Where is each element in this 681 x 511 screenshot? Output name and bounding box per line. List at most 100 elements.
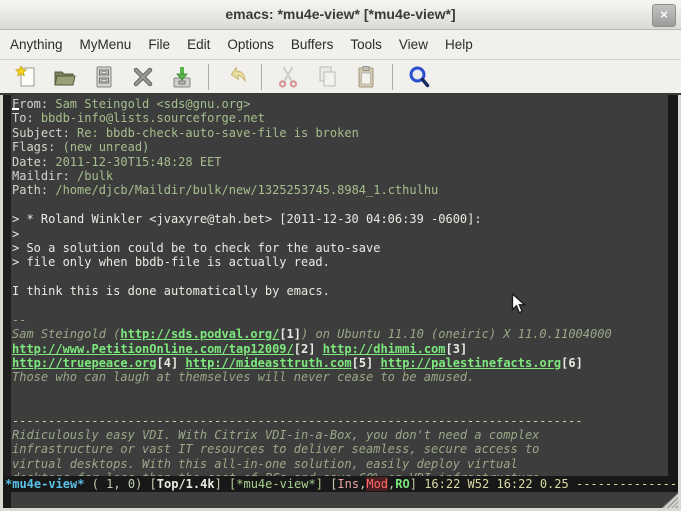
footnote-ref: [4] <box>157 356 179 370</box>
signature-link[interactable]: http://sds.podval.org/ <box>120 327 279 341</box>
signature-link[interactable]: http://truepeace.org <box>12 356 157 370</box>
signature-link[interactable]: http://www.PetitionOnline.com/tap12009/ <box>12 342 294 356</box>
mode-line: *mu4e-view* ( 1, 0) [Top/1.4k] [*mu4e-vi… <box>3 476 678 492</box>
header-label: To: <box>12 111 34 125</box>
modeline-flag-readonly: RO <box>395 477 409 491</box>
tool-bar <box>0 59 681 95</box>
modeline-buffer-ref: [*mu4e-view*] <box>229 477 323 491</box>
menu-bar: Anything MyMenu File Edit Options Buffer… <box>0 30 681 59</box>
menu-edit[interactable]: Edit <box>187 37 210 52</box>
header-label: Flags: <box>12 140 55 154</box>
blank-line <box>12 399 612 413</box>
cut-icon[interactable] <box>275 64 301 90</box>
footnote-ref: [2] <box>294 342 316 356</box>
signature-line: http://truepeace.org[4] http://mideasttr… <box>12 356 612 370</box>
blank-line <box>12 298 612 312</box>
modeline-scroll: Top/1.4k <box>157 477 215 491</box>
header-value: /bulk <box>77 169 113 183</box>
menu-file[interactable]: File <box>148 37 170 52</box>
message-text: From: Sam Steingold <sds@gnu.org> To: bb… <box>12 97 612 476</box>
footnote-ref: [3] <box>446 342 468 356</box>
modeline-dashes: ----------------------- <box>576 477 678 491</box>
menu-anything[interactable]: Anything <box>10 37 63 52</box>
quoted-line: > <box>12 227 612 241</box>
header-path: Path: /home/djcb/Maildir/bulk/new/132525… <box>12 183 612 197</box>
left-fringe <box>3 95 11 476</box>
header-label: Path: <box>12 183 48 197</box>
blank-line <box>12 385 612 399</box>
header-value: bbdb-info@lists.sourceforge.net <box>41 111 265 125</box>
header-label: Date: <box>12 155 48 169</box>
window-title: emacs: *mu4e-view* [*mu4e-view*] <box>0 6 681 22</box>
quoted-line: > So a solution could be to check for th… <box>12 241 612 255</box>
message-view: From: Sam Steingold <sds@gnu.org> To: bb… <box>3 95 678 476</box>
quoted-line: > * Roland Winkler <jvaxyre@tah.bet> [20… <box>12 212 612 226</box>
header-value: /home/djcb/Maildir/bulk/new/1325253745.8… <box>55 183 438 197</box>
delete-icon[interactable] <box>130 64 156 90</box>
reply-line: I think this is done automatically by em… <box>12 284 612 298</box>
modeline-scroll-close: ] <box>215 477 222 491</box>
toolbar-separator <box>261 64 262 90</box>
frame-body: From: Sam Steingold <sds@gnu.org> To: bb… <box>3 95 678 508</box>
signature-link[interactable]: http://palestinefacts.org <box>381 356 562 370</box>
quoted-line: > file only when bbdb-file is actually r… <box>12 255 612 269</box>
menu-mymenu[interactable]: MyMenu <box>80 37 132 52</box>
signature-link[interactable]: http://mideasttruth.com <box>185 356 351 370</box>
undo-icon[interactable] <box>222 64 248 90</box>
echo-fringe <box>3 492 11 508</box>
modeline-load: 0.25 <box>540 477 569 491</box>
paste-icon[interactable] <box>353 64 379 90</box>
signature-delimiter: -- <box>12 313 612 327</box>
header-label: Subject: <box>12 126 70 140</box>
header-date: Date: 2011-12-30T15:48:28 EET <box>12 155 612 169</box>
modeline-flag-mod: Mod <box>366 477 388 491</box>
vertical-scrollbar[interactable] <box>668 95 678 476</box>
menu-options[interactable]: Options <box>227 37 274 52</box>
search-icon[interactable] <box>406 64 432 90</box>
title-bar[interactable]: emacs: *mu4e-view* [*mu4e-view*] × <box>0 0 681 30</box>
ad-separator: ----------------------------------------… <box>12 414 612 428</box>
ad-line: virtual desktops. With this all-in-one s… <box>12 457 612 471</box>
menu-view[interactable]: View <box>399 37 428 52</box>
echo-area[interactable] <box>3 492 678 508</box>
modeline-week: W52 <box>468 477 490 491</box>
modeline-time2: 16:22 <box>496 477 532 491</box>
modeline-position: ( 1, 0) <box>92 477 143 491</box>
new-file-icon[interactable] <box>13 64 39 90</box>
signature-line: Sam Steingold (http://sds.podval.org/[1]… <box>12 327 612 341</box>
modeline-flag-ins: Ins <box>337 477 359 491</box>
modeline-flags-close: ] <box>410 477 417 491</box>
header-label: Maildir: <box>12 169 70 183</box>
header-value: Sam Steingold <sds@gnu.org> <box>55 97 250 111</box>
header-flags: Flags: (new unread) <box>12 140 612 154</box>
copy-icon[interactable] <box>314 64 340 90</box>
signature-quote: Those who can laugh at themselves will n… <box>12 370 612 384</box>
header-subject: Subject: Re: bbdb-check-auto-save-file i… <box>12 126 612 140</box>
signature-text: ) on Ubuntu 11.10 (oneiric) X 11.0.11004… <box>301 327 612 341</box>
modeline-scroll-open: [ <box>150 477 157 491</box>
ad-line: Ridiculously easy VDI. With Citrix VDI-i… <box>12 428 612 442</box>
footnote-ref: [1] <box>279 327 301 341</box>
signature-link[interactable]: http://dhimmi.com <box>323 342 446 356</box>
header-to: To: bbdb-info@lists.sourceforge.net <box>12 111 612 125</box>
menu-help[interactable]: Help <box>445 37 473 52</box>
save-icon[interactable] <box>91 64 117 90</box>
footnote-ref: [5] <box>352 356 374 370</box>
footnote-ref: [6] <box>561 356 583 370</box>
save-as-download-icon[interactable] <box>169 64 195 90</box>
header-from: From: Sam Steingold <sds@gnu.org> <box>12 97 612 111</box>
blank-line <box>12 198 612 212</box>
close-button[interactable]: × <box>652 4 676 27</box>
ad-line: infrastructure or vast IT resources to d… <box>12 442 612 456</box>
toolbar-separator <box>208 64 209 90</box>
emacs-window: emacs: *mu4e-view* [*mu4e-view*] × Anyth… <box>0 0 681 511</box>
blank-line <box>12 270 612 284</box>
modeline-buffer-name: *mu4e-view* <box>5 477 84 491</box>
menu-tools[interactable]: Tools <box>350 37 382 52</box>
open-folder-icon[interactable] <box>52 64 78 90</box>
header-value: (new unread) <box>63 140 150 154</box>
header-value: Re: bbdb-check-auto-save-file is broken <box>77 126 359 140</box>
menu-buffers[interactable]: Buffers <box>291 37 334 52</box>
toolbar-separator <box>392 64 393 90</box>
signature-line: http://www.PetitionOnline.com/tap12009/[… <box>12 342 612 356</box>
